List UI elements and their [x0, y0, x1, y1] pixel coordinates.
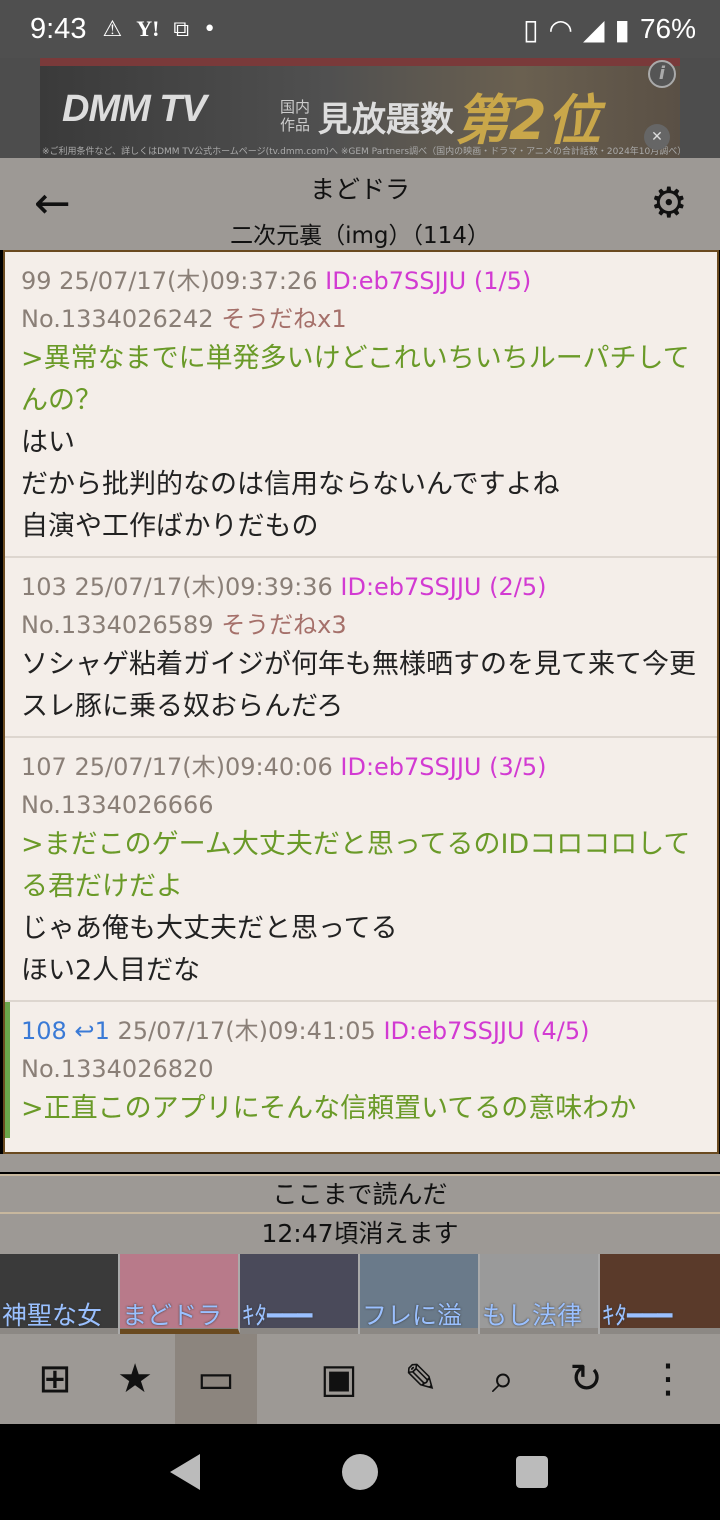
post-id[interactable]: ID:eb7SSJJU (1/5) [325, 267, 531, 295]
bottom-navigation: ⊞ ★ ▭ ▣ ✎ ⌕ ↻ ⋮ [0, 1334, 720, 1424]
board-subtitle: 二次元裏（img）（114） [230, 223, 490, 249]
post-number-line: No.1334026666 [21, 791, 214, 819]
post-id[interactable]: ID:eb7SSJJU (4/5) [383, 1017, 589, 1045]
post[interactable]: 108 ↩1 25/07/17(木)09:41:05 ID:eb7SSJJU (… [5, 1002, 717, 1138]
thread-tabs[interactable]: 神聖な女 まどドラ ｷﾀ━━━ フレに溢 もし法律 ｷﾀ━━━ [0, 1254, 720, 1334]
thread-view[interactable]: 99 25/07/17(木)09:37:26 ID:eb7SSJJU (1/5)… [3, 250, 719, 1154]
pencil-icon[interactable]: ✎ [380, 1334, 462, 1424]
thread-tab[interactable]: フレに溢 [360, 1254, 480, 1334]
system-navigation-bar [0, 1424, 720, 1520]
warning-icon: ⚠ [102, 16, 123, 42]
battery-level: 76% [639, 13, 696, 44]
thread-tab[interactable]: ｷﾀ━━━ [240, 1254, 360, 1334]
expire-time: 12:47頃消えます [0, 1214, 720, 1254]
post-line: 自演や工作ばかりだもの [21, 511, 319, 542]
post-number-link[interactable]: 108 [21, 1017, 67, 1045]
post-meta: 108 ↩1 25/07/17(木)09:41:05 ID:eb7SSJJU (… [21, 1017, 590, 1045]
post-meta: 103 25/07/17(木)09:39:36 ID:eb7SSJJU (2/5… [21, 573, 547, 601]
post-meta: 99 25/07/17(木)09:37:26 ID:eb7SSJJU (1/5) [21, 267, 532, 295]
ad-sub: 国内 作品 [280, 98, 311, 134]
gear-icon[interactable]: ⚙ [650, 180, 688, 226]
status-time: 9:43 [30, 12, 87, 45]
system-home-icon[interactable] [342, 1454, 378, 1490]
post-number-line: No.1334026242 そうだねx1 [21, 305, 347, 333]
search-icon[interactable]: ⌕ [462, 1334, 544, 1424]
post-line: ほい2人目だな [21, 955, 201, 986]
post[interactable]: 107 25/07/17(木)09:40:06 ID:eb7SSJJU (3/5… [5, 738, 717, 1002]
post-quote: >異常なまでに単発多いけどこれいちいちルーパチしてんの？ [21, 343, 690, 416]
post-id[interactable]: ID:eb7SSJJU (3/5) [340, 753, 546, 781]
thread-tab[interactable]: 神聖な女 [0, 1254, 120, 1334]
sodane-button[interactable]: そうだねx1 [221, 305, 346, 333]
system-back-icon[interactable] [170, 1454, 200, 1490]
more-icon[interactable]: ⋮ [627, 1334, 709, 1424]
playstation-icon: ⧉ [173, 16, 190, 42]
sodane-button[interactable]: そうだねx3 [221, 611, 346, 639]
ad-logo: DMM TV [62, 88, 207, 130]
app-toolbar: ← まどドラ 二次元裏（img）（114） ⚙ [0, 158, 720, 250]
post-number-line: No.1334026820 [21, 1055, 214, 1083]
post[interactable]: 103 25/07/17(木)09:39:36 ID:eb7SSJJU (2/5… [5, 558, 717, 738]
overflow-text [0, 1154, 720, 1172]
ad-fine-print: ※ご利用条件など、詳しくはDMM TV公式ホームページ(tv.dmm.com)へ… [42, 147, 680, 157]
post[interactable]: 99 25/07/17(木)09:37:26 ID:eb7SSJJU (1/5)… [5, 252, 717, 558]
reply-icon[interactable]: ↩ [74, 1017, 94, 1045]
battery-icon: ▮ [614, 12, 630, 46]
tree-icon[interactable]: ⊞ [14, 1334, 96, 1424]
post-meta: 107 25/07/17(木)09:40:06 ID:eb7SSJJU (3/5… [21, 753, 547, 781]
signal-icon: ◢ [582, 12, 605, 46]
thread-tab[interactable]: ｷﾀ━━━ [600, 1254, 720, 1334]
nfc-icon: ▯ [523, 12, 539, 46]
post-line: はい [21, 427, 75, 458]
dot-icon: • [203, 16, 217, 42]
yahoo-icon: Y! [136, 16, 160, 41]
star-icon[interactable]: ★ [94, 1334, 176, 1424]
status-bar: 9:43 ⚠ Y! ⧉ • ▯ ◠ ◢ ▮ 76% [0, 0, 720, 58]
ad-banner[interactable]: DMM TV 国内 作品 見放題数 第2位 ※ご利用条件など、詳しくはDMM T… [0, 58, 720, 158]
read-marker[interactable]: ここまで読んだ [0, 1174, 720, 1214]
post-line: だから批判的なのは信用ならないんですよね [21, 469, 560, 500]
wifi-icon: ◠ [548, 12, 573, 46]
post-quote: >正直このアプリにそんな信頼置いてるの意味わか [21, 1093, 637, 1124]
info-icon[interactable]: i [648, 60, 676, 88]
thread-tab[interactable]: もし法律 [480, 1254, 600, 1334]
ad-main-text: 見放題数 [318, 100, 454, 140]
post-line: ソシャゲ粘着ガイジが何年も無様晒すのを見て来て今更スレ豚に乗る奴おらんだろ [21, 649, 696, 722]
mute-icon[interactable]: ✕ [644, 124, 670, 150]
thread-title: まどドラ [309, 175, 410, 204]
thread-tab-selected[interactable]: まどドラ [120, 1254, 240, 1334]
post-quote: >まだこのゲーム大丈夫だと思ってるのIDコロコロしてる君だけだよ [21, 829, 691, 902]
post-line: じゃあ俺も大丈夫だと思ってる [21, 913, 398, 944]
gallery-icon[interactable]: ▣ [298, 1334, 380, 1424]
post-id[interactable]: ID:eb7SSJJU (2/5) [340, 573, 546, 601]
post-number-line: No.1334026589 そうだねx3 [21, 611, 347, 639]
window-icon[interactable]: ▭ [175, 1334, 257, 1424]
refresh-icon[interactable]: ↻ [545, 1334, 627, 1424]
system-recents-icon[interactable] [516, 1456, 548, 1488]
reply-count[interactable]: 1 [95, 1017, 110, 1045]
